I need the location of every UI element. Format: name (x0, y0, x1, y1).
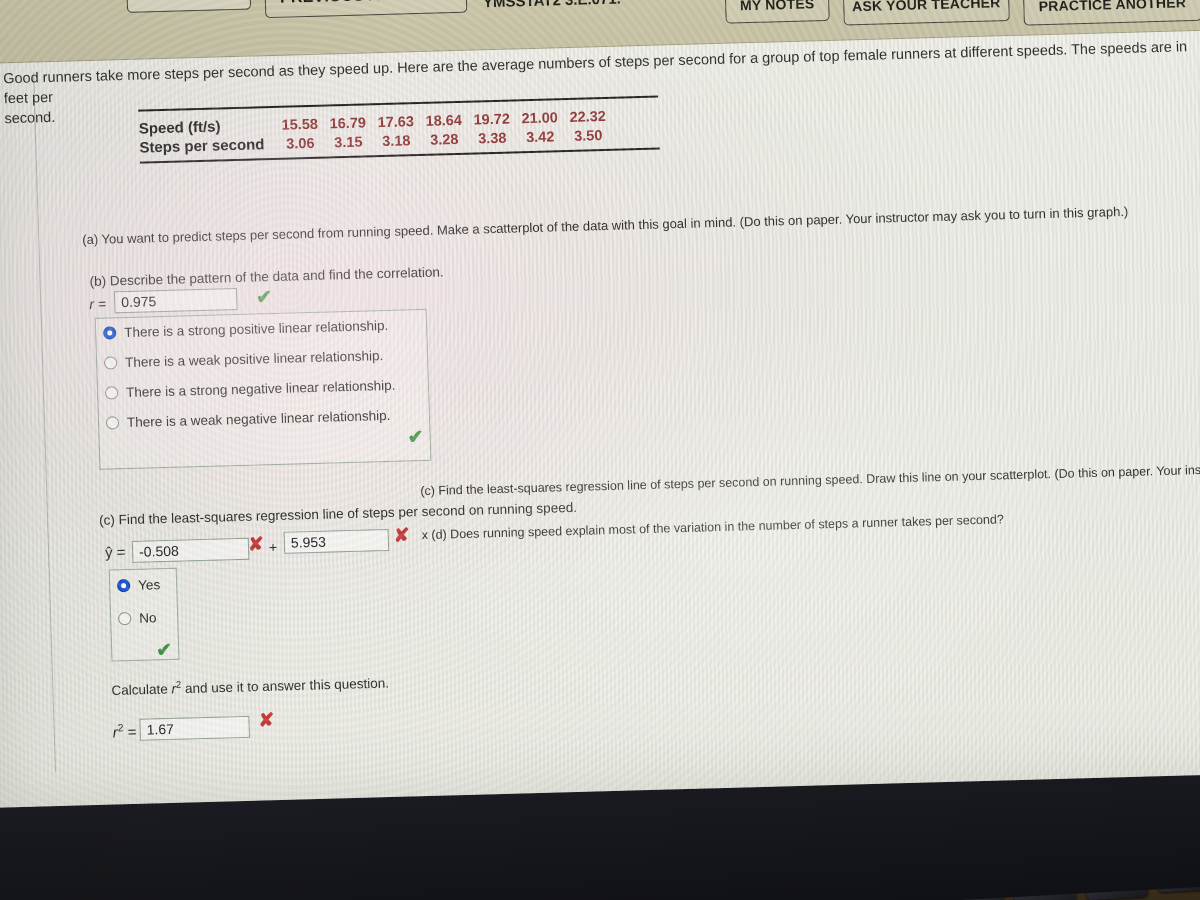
speed-cell: 15.58 (281, 116, 319, 134)
my-notes-button-label: MY NOTES (739, 0, 815, 14)
yesno-option-label: Yes (137, 577, 161, 593)
intercept-input-value: 5.953 (290, 533, 327, 551)
radio-selected-icon[interactable] (116, 579, 131, 593)
speed-cell: 19.72 (473, 111, 511, 129)
radio-icon[interactable] (104, 386, 119, 400)
yesno-option-no[interactable]: No (117, 610, 157, 626)
steps-cell: 3.42 (525, 128, 555, 146)
row-label-steps: Steps per second (139, 136, 265, 157)
my-notes-button[interactable]: MY NOTES (724, 0, 830, 24)
steps-cell: 3.18 (382, 132, 411, 150)
ask-your-teacher-button-label: ASK YOUR TEACHER (851, 0, 1001, 15)
r-squared-prompt-pre: Calculate (111, 681, 172, 699)
yesno-option-yes[interactable]: Yes (116, 577, 161, 593)
r-input[interactable]: 0.975 (113, 288, 238, 314)
yesno-option-label: No (138, 610, 157, 626)
cross-icon: ✘ (247, 534, 265, 556)
practice-another-button[interactable]: PRACTICE ANOTHER (1022, 0, 1200, 26)
previous-answers-button[interactable]: PREVIOUS ANSWERS (264, 0, 468, 19)
details-button-label: DETAILS (154, 0, 223, 3)
plus-operator: + (268, 539, 278, 556)
webassign-page: [5/9 Points] DETAILS PREVIOUS ANSWERS YM… (0, 0, 1200, 808)
cross-icon: ✘ (393, 525, 410, 547)
previous-answers-button-label: PREVIOUS ANSWERS (280, 0, 452, 8)
steps-cell: 3.06 (286, 135, 315, 153)
r-squared-prompt-post: and use it to answer this question. (180, 675, 390, 697)
slope-input[interactable]: -0.508 (131, 537, 250, 563)
steps-cell: 3.28 (429, 131, 459, 149)
slope-input-value: -0.508 (138, 542, 180, 560)
steps-cell: 3.15 (334, 134, 363, 151)
details-button[interactable]: DETAILS (126, 0, 252, 13)
r-squared-input-value: 1.67 (146, 720, 175, 738)
speed-cell: 18.64 (425, 112, 463, 130)
ask-your-teacher-button[interactable]: ASK YOUR TEACHER (842, 0, 1010, 26)
photo-of-laptop-screen: Pro M [5/9 Points] DETAILS PREVIOUS ANSW… (0, 0, 1200, 900)
checkmark-icon: ✔ (255, 287, 273, 309)
speed-cell: 22.32 (569, 108, 607, 126)
r-squared-prompt: Calculate r2 and use it to answer this q… (111, 671, 389, 700)
speed-cell: 16.79 (329, 114, 367, 132)
radio-icon[interactable] (103, 356, 118, 370)
question-code: YMSSTAT2 3.E.071. (482, 0, 622, 12)
r-input-value: 0.975 (121, 293, 157, 311)
r-squared-input[interactable]: 1.67 (139, 715, 251, 741)
checkmark-icon: ✔ (155, 639, 173, 662)
part-a-text: (a) You want to predict steps per second… (82, 203, 1129, 248)
r-squared-field-label: r2 = (112, 722, 137, 742)
practice-another-button-label: PRACTICE ANOTHER (1038, 0, 1187, 15)
content-left-divider (32, 72, 56, 773)
steps-cell: 3.50 (573, 127, 603, 145)
radio-selected-icon[interactable] (103, 326, 117, 340)
checkmark-icon: ✔ (407, 427, 424, 449)
part-c-text-continued: (c) Find the least-squares regression li… (420, 457, 1200, 499)
intercept-input[interactable]: 5.953 (283, 528, 390, 554)
points-badge: [5/9 Points] (0, 0, 71, 2)
steps-cell: 3.38 (477, 130, 507, 147)
radio-icon[interactable] (117, 611, 132, 626)
speed-cell: 21.00 (521, 109, 559, 127)
cross-icon: ✘ (258, 710, 275, 732)
r-field-label: r = (89, 295, 107, 312)
yhat-field-label: ŷ = (104, 544, 126, 562)
radio-icon[interactable] (105, 416, 120, 430)
speed-cell: 17.63 (377, 113, 415, 131)
